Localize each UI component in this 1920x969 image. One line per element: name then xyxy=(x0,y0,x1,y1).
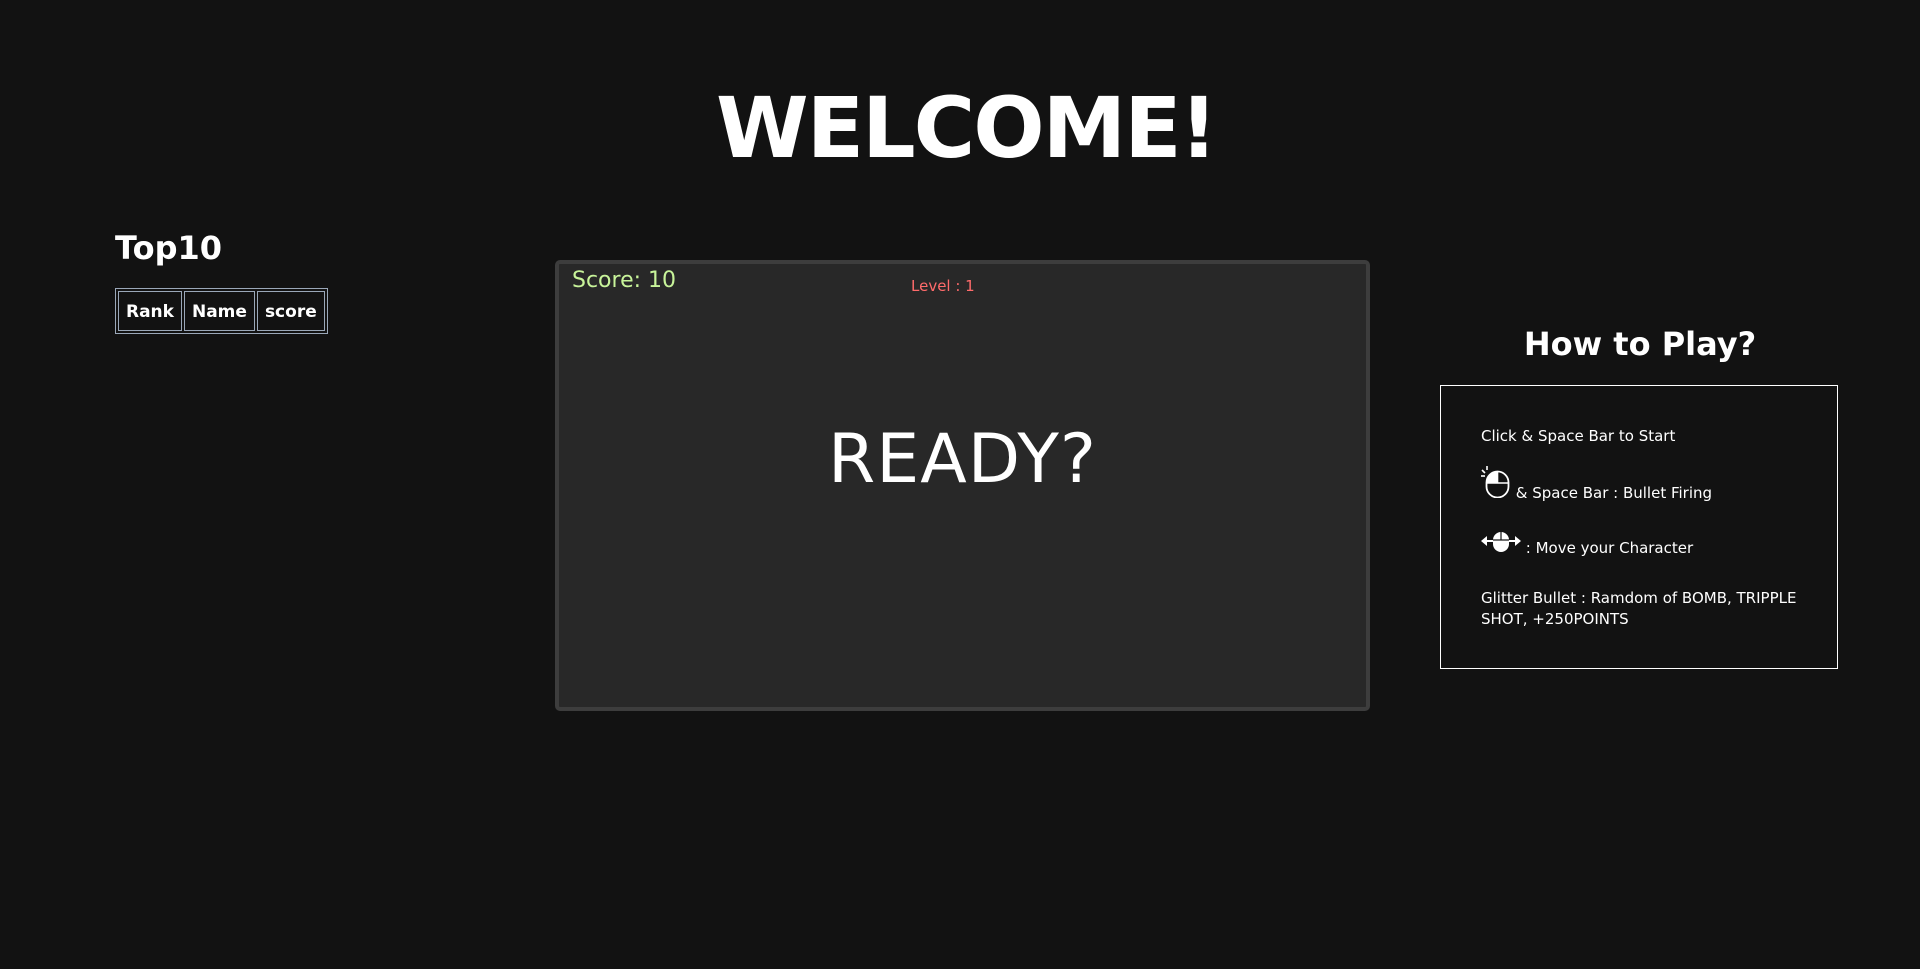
page: WELCOME! Top10 Rank Name score Score: 10… xyxy=(0,0,1920,969)
howto-fire-text: & Space Bar : Bullet Firing xyxy=(1515,484,1713,502)
score-display: Score: 10 xyxy=(572,268,677,293)
mouse-move-arrows-icon xyxy=(1481,531,1521,559)
ready-prompt: READY? xyxy=(827,420,1097,499)
leaderboard-header-row: Rank Name score xyxy=(118,291,325,331)
howto-title: How to Play? xyxy=(1523,325,1757,363)
game-canvas[interactable]: Score: 10 Level : 1 READY? xyxy=(555,260,1370,711)
howto-box: Click & Space Bar to Start & Space Bar :… xyxy=(1440,385,1838,669)
howto-move-line: : Move your Character xyxy=(1481,531,1797,559)
howto-glitter-text: Glitter Bullet : Ramdom of BOMB, TRIPPLE… xyxy=(1481,589,1797,628)
page-title: WELCOME! xyxy=(716,79,1218,177)
howto-fire-line: & Space Bar : Bullet Firing xyxy=(1481,466,1797,504)
leaderboard-title: Top10 xyxy=(115,229,222,267)
howto-start-line: Click & Space Bar to Start xyxy=(1481,426,1797,447)
howto-move-text: : Move your Character xyxy=(1525,539,1694,557)
howto-start-text: Click & Space Bar to Start xyxy=(1481,427,1676,445)
column-header-rank: Rank xyxy=(118,291,182,331)
howto-glitter-line: Glitter Bullet : Ramdom of BOMB, TRIPPLE… xyxy=(1481,588,1797,630)
mouse-click-icon xyxy=(1481,466,1511,504)
level-display: Level : 1 xyxy=(911,277,975,295)
column-header-score: score xyxy=(256,291,325,331)
column-header-name: Name xyxy=(183,291,255,331)
leaderboard-table: Rank Name score xyxy=(115,288,328,334)
